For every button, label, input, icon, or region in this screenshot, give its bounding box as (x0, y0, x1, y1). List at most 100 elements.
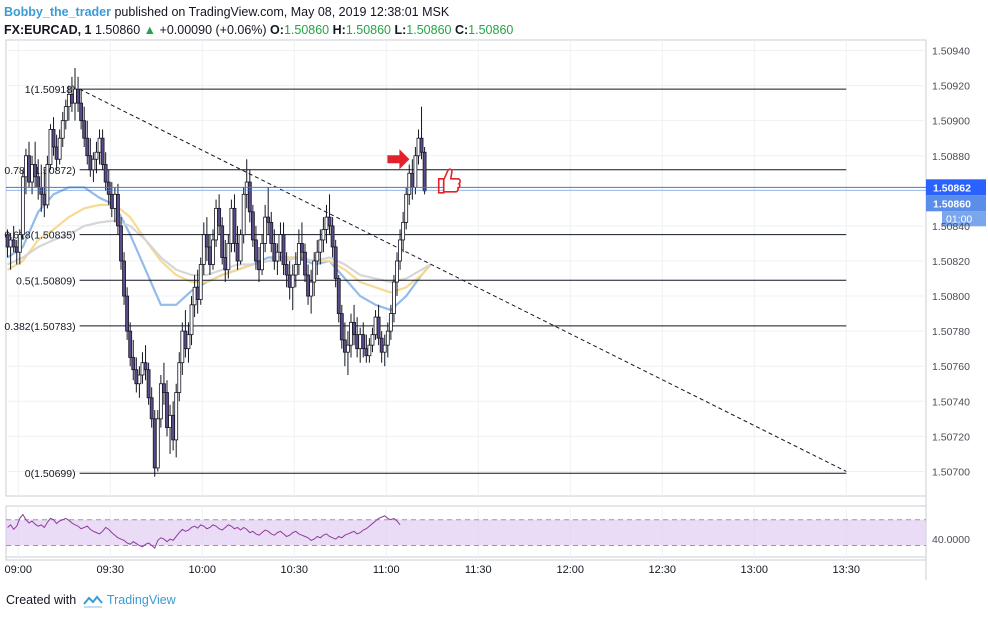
time-tick-label: 11:00 (373, 564, 400, 576)
candle-body (232, 207, 237, 244)
candle-body (272, 243, 277, 262)
candle-body (109, 193, 114, 209)
candle-body (36, 176, 41, 188)
candle-body (235, 243, 240, 262)
candle-body (171, 414, 176, 441)
candle-body (100, 137, 105, 165)
candle-body (352, 321, 356, 336)
candle-body (244, 181, 249, 195)
created-with-label: Created with (6, 593, 77, 607)
candle-body (39, 186, 44, 195)
candle-body (85, 137, 90, 157)
price-label-2: 1.50860 (933, 198, 971, 210)
candle-body (143, 362, 148, 371)
candle-body (349, 321, 353, 346)
time-tick-label: 13:30 (833, 564, 861, 576)
candle-body (241, 193, 246, 236)
candle-body (214, 207, 218, 241)
price-chart[interactable]: 1(1.50918)0.786(1.50872)0.618(1.50835)0.… (0, 0, 988, 590)
price-tick-label: 1.50900 (932, 116, 970, 128)
candle-body (315, 251, 320, 262)
price-tick-label: 1.50700 (932, 466, 970, 478)
tradingview-logo-icon (82, 595, 103, 608)
candle-body (146, 369, 151, 399)
tradingview-brand[interactable]: TradingView (107, 593, 176, 607)
candle-body (373, 316, 378, 336)
candle-body (327, 216, 332, 227)
candle-body (94, 151, 99, 160)
price-tick-label: 1.50800 (932, 291, 970, 303)
candle-body (401, 221, 406, 241)
candle-body (57, 137, 62, 160)
candle-body (112, 193, 117, 209)
candle-body (201, 234, 206, 265)
candle-body (183, 330, 188, 350)
time-tick-label: 10:00 (189, 564, 217, 576)
price-tick-label: 1.50740 (932, 396, 970, 408)
candle-body (269, 221, 274, 244)
fib-level-label: 0.5(1.50809) (16, 275, 76, 287)
candle-body (321, 229, 326, 241)
candle-body (192, 286, 197, 306)
candle-body (63, 106, 68, 122)
candle-body (388, 313, 393, 332)
candle-body (66, 93, 71, 108)
candle-body (250, 211, 255, 241)
candle-body (336, 278, 341, 314)
rsi-band (6, 519, 926, 546)
candle-body (376, 316, 381, 339)
candle-body (260, 243, 264, 271)
price-tick-label: 1.50940 (932, 46, 970, 58)
candle-body (370, 334, 375, 346)
candle-body (247, 181, 252, 213)
candle-body (45, 164, 50, 206)
candle-body (14, 246, 19, 253)
candle-body (70, 93, 74, 104)
time-tick-label: 09:30 (97, 564, 125, 576)
candle-body (263, 216, 268, 244)
candle-body (128, 330, 133, 358)
candle-body (11, 239, 16, 248)
candle-body (79, 102, 84, 122)
price-label: 1.50862 (933, 182, 971, 194)
candle-body (266, 216, 271, 223)
candle-body (296, 243, 301, 265)
fib-level-label: 0(1.50699) (25, 468, 76, 480)
candle-body (419, 137, 424, 153)
candle-body (287, 274, 292, 288)
candle-body (162, 383, 166, 393)
candle-body (103, 164, 108, 183)
price-tick-label: 1.50780 (932, 326, 970, 338)
candle-body (189, 304, 194, 336)
candle-body (223, 257, 228, 271)
candle-body (116, 193, 120, 227)
candle-body (355, 334, 360, 350)
candle-body (312, 260, 317, 283)
candle-body (30, 164, 34, 183)
candle-body (416, 137, 421, 157)
price-tick-label: 1.50840 (932, 221, 970, 233)
candle-body (88, 155, 93, 171)
candle-body (17, 234, 22, 253)
candle-body (125, 295, 130, 332)
candle-body (177, 362, 182, 393)
time-tick-label: 09:00 (5, 564, 33, 576)
candle-body (364, 348, 369, 357)
footer: Created with TradingView (6, 593, 176, 608)
candle-body (303, 251, 307, 276)
candle-body (54, 146, 59, 160)
fib-level-label: 0.382(1.50783) (4, 321, 75, 333)
candle-body (324, 216, 329, 230)
candle-body (217, 207, 222, 227)
time-tick-label: 13:00 (741, 564, 769, 576)
price-tick-label: 1.50920 (932, 81, 970, 93)
candle-body (137, 374, 142, 385)
candle-body (5, 234, 10, 248)
candle-body (158, 383, 163, 420)
candle-body (76, 88, 80, 104)
candle-body (398, 239, 402, 262)
candle-body (306, 274, 310, 297)
candle-body (379, 337, 384, 353)
candle-body (51, 129, 56, 148)
fib-level-label: 0.786(1.50872) (4, 165, 75, 177)
